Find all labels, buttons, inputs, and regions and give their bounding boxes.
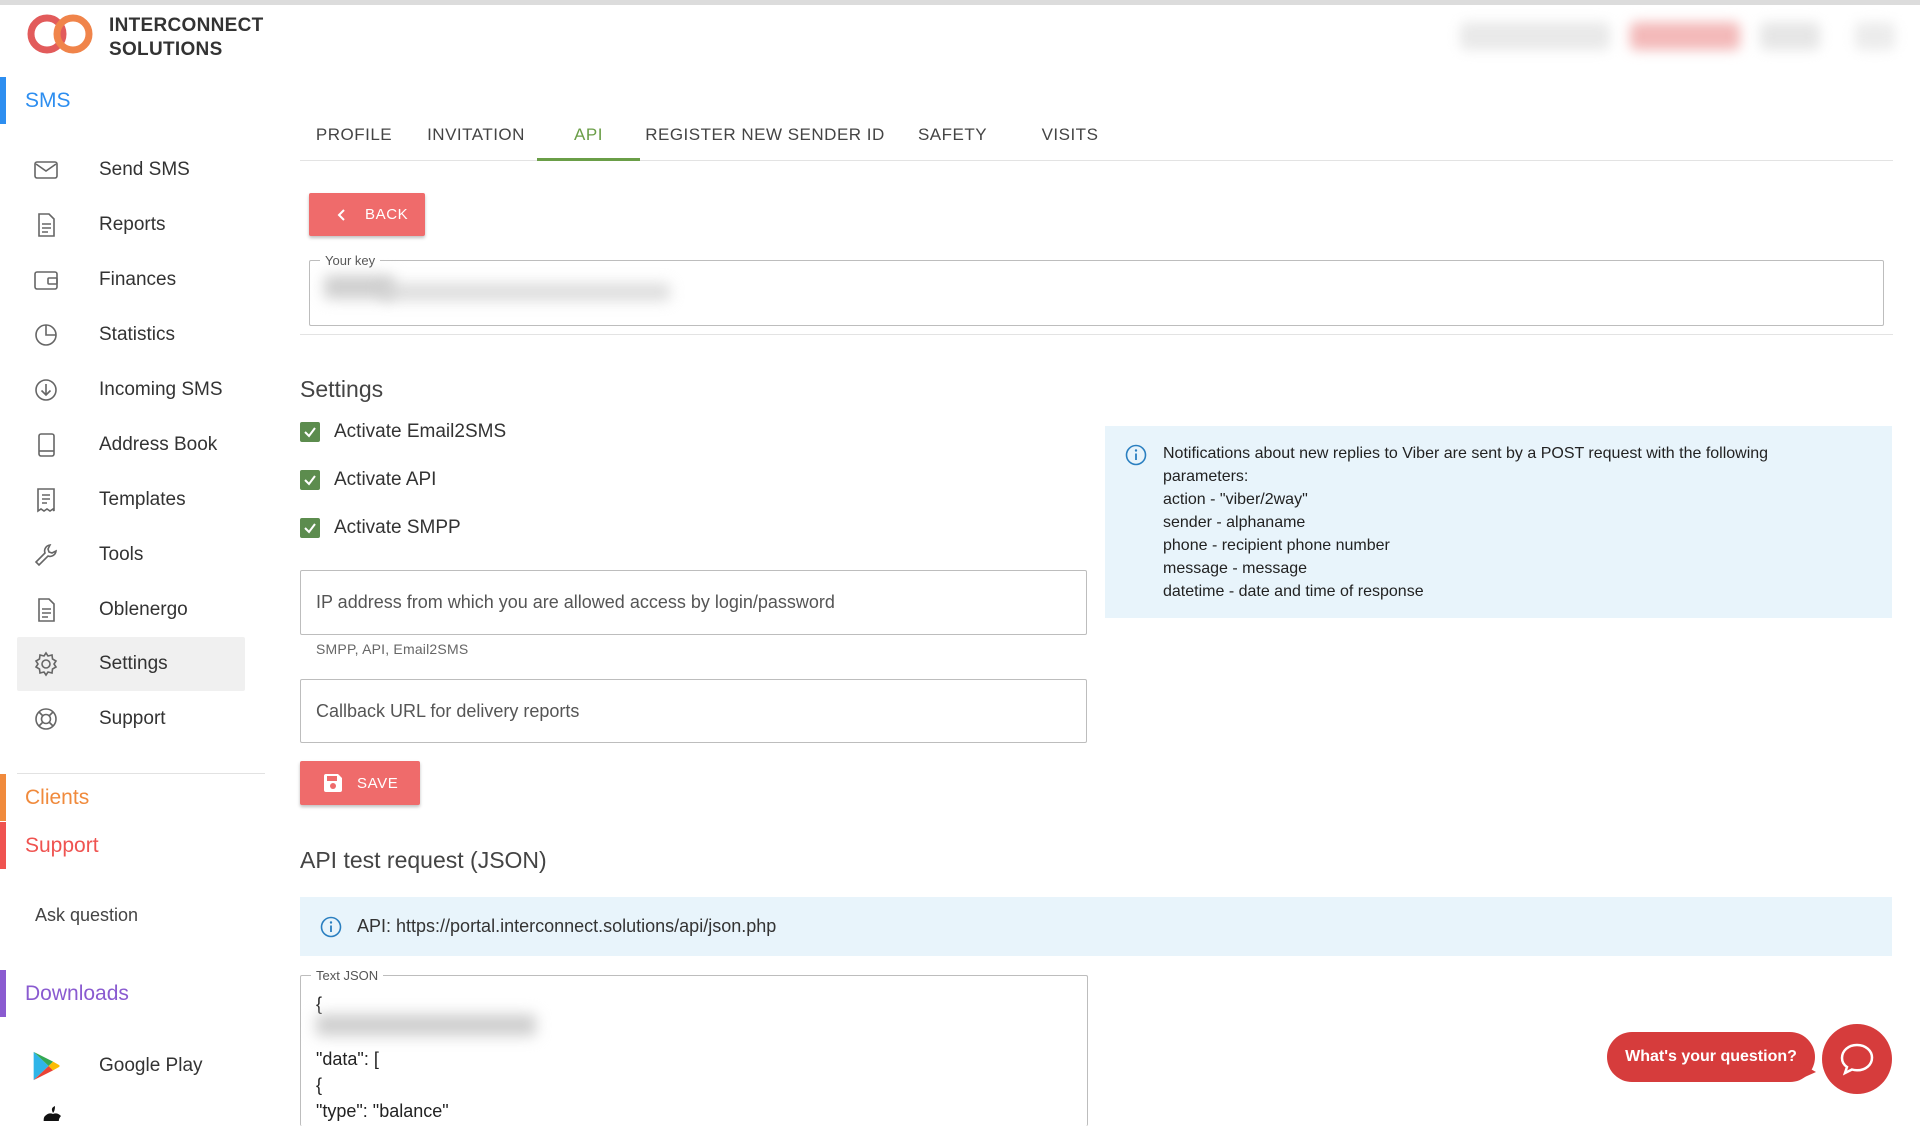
ip-address-input[interactable]: IP address from which you are allowed ac… <box>300 570 1087 635</box>
info-icon <box>1125 444 1147 466</box>
tab-bar: PROFILE INVITATION API REGISTER NEW SEND… <box>300 110 1893 161</box>
top-border <box>0 0 1920 5</box>
checkbox-email2sms[interactable] <box>300 422 320 442</box>
tab-api[interactable]: API <box>537 110 640 161</box>
info-line: phone - recipient phone number <box>1163 537 1390 554</box>
sidebar-item-templates[interactable]: Templates <box>17 473 245 527</box>
brand-logo[interactable]: INTERCONNECT SOLUTIONS <box>25 12 265 62</box>
api-key-field[interactable]: Your key <box>309 253 1884 326</box>
settings-title: Settings <box>300 376 384 402</box>
floppy-disk-icon <box>324 774 342 792</box>
tab-visits[interactable]: VISITS <box>1015 110 1125 160</box>
header-blurred-control[interactable] <box>1630 22 1740 50</box>
json-line: { <box>316 994 323 1014</box>
section-sms[interactable]: SMS <box>0 77 71 124</box>
json-blurred-content <box>316 1014 536 1036</box>
checkbox-row-api[interactable]: Activate API <box>300 465 436 495</box>
document-icon <box>31 210 61 240</box>
chevron-left-icon <box>337 208 345 221</box>
interconnect-logo-icon <box>27 14 93 54</box>
chat-question-bubble[interactable]: What's your question? <box>1607 1032 1815 1082</box>
info-line: datetime - date and time of response <box>1163 583 1424 600</box>
info-line: parameters: <box>1163 468 1249 485</box>
header-blurred-control[interactable] <box>1460 22 1610 50</box>
json-line: { <box>316 1075 323 1095</box>
callback-url-input[interactable]: Callback URL for delivery reports <box>300 679 1087 743</box>
download-google-play[interactable]: Google Play <box>17 1039 245 1093</box>
tab-profile[interactable]: PROFILE <box>300 110 408 160</box>
info-line: message - message <box>1163 560 1308 577</box>
info-line: Notifications about new replies to Viber… <box>1163 445 1769 462</box>
document-icon <box>31 595 61 625</box>
book-icon <box>31 430 61 460</box>
sidebar-item-tools[interactable]: Tools <box>17 528 245 582</box>
sidebar-item-settings[interactable]: Settings <box>17 637 245 691</box>
viber-notification-info: Notifications about new replies to Viber… <box>1105 426 1892 618</box>
tab-register-new-sender-id[interactable]: REGISTER NEW SENDER ID <box>640 110 890 160</box>
chat-icon <box>1840 1043 1874 1076</box>
checkbox-smpp[interactable] <box>300 518 320 538</box>
sidebar-item-finances[interactable]: Finances <box>17 253 245 307</box>
section-support[interactable]: Support <box>0 822 99 869</box>
sidebar-item-oblenergo[interactable]: Oblenergo <box>17 583 245 637</box>
wrench-icon <box>31 540 61 570</box>
save-button[interactable]: SAVE <box>300 761 420 805</box>
receipt-icon <box>31 485 61 515</box>
tab-invitation[interactable]: INVITATION <box>408 110 544 160</box>
tab-safety[interactable]: SAFETY <box>890 110 1015 160</box>
sidebar-item-send-sms[interactable]: Send SMS <box>17 143 245 197</box>
brand-name: INTERCONNECT SOLUTIONS <box>109 15 264 60</box>
info-line: action - "viber/2way" <box>1163 491 1308 508</box>
sidebar-item-statistics[interactable]: Statistics <box>17 308 245 362</box>
ask-question-link[interactable]: Ask question <box>35 905 138 926</box>
section-clients[interactable]: Clients <box>0 774 89 821</box>
json-line: "type": "balance" <box>316 1101 449 1121</box>
header-blurred-control[interactable] <box>1760 22 1820 50</box>
checkbox-api[interactable] <box>300 470 320 490</box>
sidebar-item-address-book[interactable]: Address Book <box>17 418 245 472</box>
mail-icon <box>31 155 61 185</box>
checkbox-row-smpp[interactable]: Activate SMPP <box>300 513 461 543</box>
api-test-title: API test request (JSON) <box>300 847 547 873</box>
chat-bubble-tail <box>1798 1062 1816 1080</box>
api-key-label: Your key <box>320 253 381 268</box>
gear-icon <box>31 649 61 679</box>
google-play-icon <box>31 1051 61 1081</box>
header-blurred-control[interactable] <box>1855 22 1895 50</box>
pie-chart-icon <box>31 320 61 350</box>
json-textarea-label: Text JSON <box>311 968 384 983</box>
apple-icon[interactable] <box>38 1104 68 1121</box>
lifebuoy-icon <box>31 704 61 734</box>
back-button[interactable]: BACK <box>309 193 425 236</box>
json-line: "data": [ <box>316 1049 379 1069</box>
api-key-value-blurred <box>380 283 670 301</box>
api-url-info: API: https://portal.interconnect.solutio… <box>300 897 1892 956</box>
section-divider <box>300 334 1893 335</box>
info-icon <box>320 916 342 937</box>
sidebar-item-incoming-sms[interactable]: Incoming SMS <box>17 363 245 417</box>
sidebar-item-reports[interactable]: Reports <box>17 198 245 252</box>
section-downloads[interactable]: Downloads <box>0 970 129 1017</box>
ip-address-hint: SMPP, API, Email2SMS <box>316 641 469 657</box>
download-circle-icon <box>31 375 61 405</box>
chat-open-button[interactable] <box>1822 1024 1892 1094</box>
wallet-icon <box>31 265 61 295</box>
info-line: sender - alphaname <box>1163 514 1306 531</box>
sidebar-item-support[interactable]: Support <box>17 692 245 746</box>
checkbox-row-email2sms[interactable]: Activate Email2SMS <box>300 417 506 447</box>
